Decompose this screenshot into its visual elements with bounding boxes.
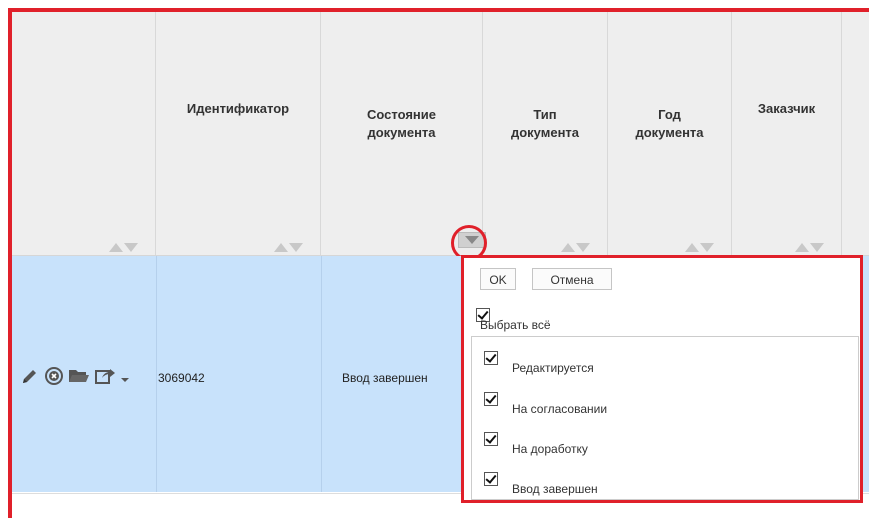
column-divider — [321, 256, 322, 492]
cancel-icon[interactable] — [44, 366, 64, 389]
ok-button[interactable]: OK — [480, 268, 516, 290]
option-label: На доработку — [512, 442, 588, 456]
header-year-line2: документа — [635, 125, 704, 140]
highlight-frame-left — [8, 8, 12, 518]
cancel-button[interactable]: Отмена — [532, 268, 612, 290]
row-actions — [20, 366, 130, 389]
filter-popup: OK Отмена Выбрать всё Редактируется На с… — [461, 255, 863, 503]
header-customer-label: Заказчик — [757, 101, 816, 116]
option-label: Ввод завершен — [512, 482, 598, 496]
filter-options-list: Редактируется На согласовании На доработ… — [471, 336, 859, 500]
header-id-label: Идентификатор — [186, 101, 290, 116]
edit-icon[interactable] — [20, 366, 40, 389]
share-icon[interactable] — [94, 366, 116, 389]
option-label: Редактируется — [512, 361, 594, 375]
header-state[interactable]: Состояние документа — [321, 12, 483, 255]
cell-id: 3069042 — [158, 371, 205, 385]
header-year[interactable]: Год документа — [608, 12, 732, 255]
header-next-column[interactable] — [842, 12, 869, 255]
dropdown-icon[interactable] — [120, 366, 130, 389]
sort-control[interactable] — [685, 243, 715, 253]
option-checkbox[interactable] — [484, 472, 498, 486]
header-id[interactable]: Идентификатор — [156, 12, 321, 255]
option-label: На согласовании — [512, 402, 608, 416]
option-checkbox[interactable] — [484, 392, 498, 406]
highlight-frame-top — [8, 8, 869, 12]
sort-control[interactable] — [109, 243, 139, 253]
sort-control[interactable] — [795, 243, 825, 253]
header-state-line2: документа — [367, 125, 436, 140]
grid-header: Идентификатор Состояние документа Тип до… — [12, 12, 869, 256]
column-divider — [156, 256, 157, 492]
header-type-line1: Тип — [533, 107, 557, 122]
header-type[interactable]: Тип документа — [483, 12, 608, 255]
header-year-line1: Год — [658, 107, 681, 122]
sort-control[interactable] — [561, 243, 591, 253]
sort-control[interactable] — [274, 243, 304, 253]
folder-icon[interactable] — [68, 366, 90, 389]
header-state-line1: Состояние — [366, 107, 436, 122]
option-checkbox[interactable] — [484, 432, 498, 446]
select-all-label: Выбрать всё — [480, 318, 551, 332]
header-customer[interactable]: Заказчик — [732, 12, 842, 255]
option-checkbox[interactable] — [484, 351, 498, 365]
header-type-line2: документа — [510, 125, 580, 140]
cell-state: Ввод завершен — [342, 371, 428, 385]
header-actions-column — [12, 12, 156, 255]
